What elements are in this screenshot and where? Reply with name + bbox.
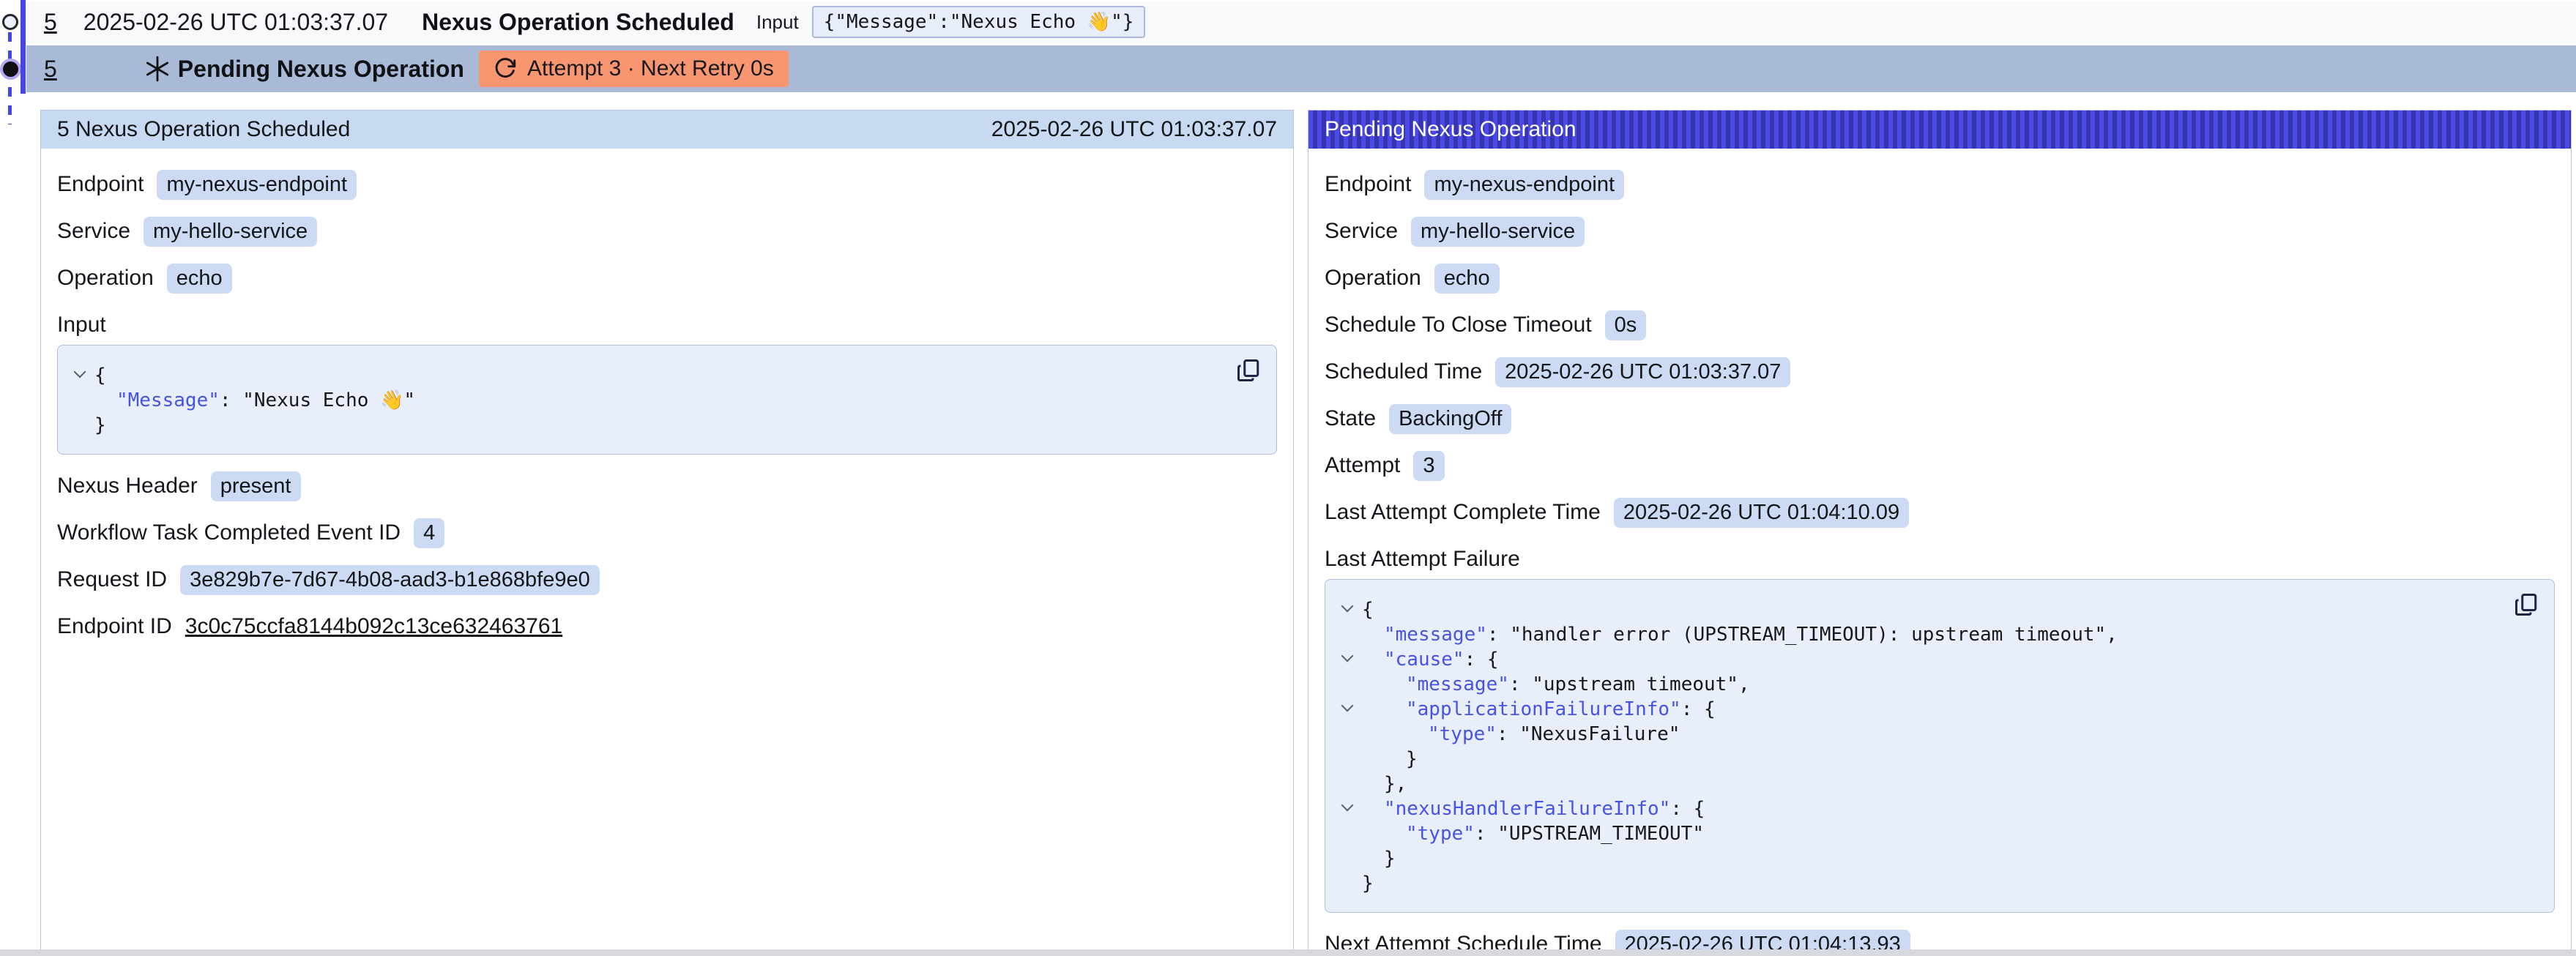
code-line-text: { xyxy=(1362,597,1374,622)
pending-panel-header: Pending Nexus Operation xyxy=(1309,111,2571,149)
field-label: Scheduled Time xyxy=(1325,359,1482,384)
field-label: Operation xyxy=(1325,266,1421,291)
copy-button[interactable] xyxy=(2513,590,2542,619)
endpoint-id-link[interactable]: 3c0c75ccfa8144b092c13ce632463761 xyxy=(185,614,562,639)
scheduled-panel-header: 5 Nexus Operation Scheduled 2025-02-26 U… xyxy=(41,111,1293,149)
field-label: Endpoint xyxy=(57,172,144,197)
code-line-text: "message": "upstream timeout", xyxy=(1362,672,1750,697)
field-label: Input xyxy=(57,313,106,337)
code-line-text: "message": "handler error (UPSTREAM_TIME… xyxy=(1362,622,2118,647)
event-id-link[interactable]: 5 xyxy=(44,56,57,83)
copy-icon xyxy=(2513,591,2539,618)
event-id-link[interactable]: 5 xyxy=(44,9,57,36)
code-line-text: "applicationFailureInfo": { xyxy=(1362,697,1716,722)
selected-event-indicator-bar xyxy=(21,0,26,94)
pending-operation-panel: Pending Nexus Operation Endpoint my-nexu… xyxy=(1308,110,2572,956)
copy-icon xyxy=(1235,357,1262,384)
input-preview-pill: {"Message":"Nexus Echo 👋"} xyxy=(812,6,1146,38)
field-value-badge: echo xyxy=(167,264,232,294)
scheduled-event-panel: 5 Nexus Operation Scheduled 2025-02-26 U… xyxy=(40,110,1294,956)
field-label: Last Attempt Failure xyxy=(1325,547,1520,572)
copy-button[interactable] xyxy=(1235,356,1265,385)
timeline-marker-pending-icon xyxy=(3,61,18,77)
field-value-badge: my-hello-service xyxy=(144,217,317,247)
field-label: Operation xyxy=(57,266,154,291)
attempt-badge-text: Attempt 3 · Next Retry 0s xyxy=(527,56,774,81)
code-line-text: }, xyxy=(1362,772,1407,796)
code-line-text: "type": "NexusFailure" xyxy=(1362,722,1680,747)
field-label: Last Attempt Complete Time xyxy=(1325,500,1601,525)
input-label: Input xyxy=(756,11,799,34)
code-line-text: } xyxy=(1362,846,1396,871)
event-row-scheduled[interactable]: 5 2025-02-26 UTC 01:03:37.07 Nexus Opera… xyxy=(26,1,2576,42)
code-line-text: { xyxy=(94,363,106,388)
field-label: Nexus Header xyxy=(57,474,198,498)
field-value-badge: 3 xyxy=(1413,451,1444,481)
field-operation: Operation echo xyxy=(1325,261,2555,295)
pending-asterisk-icon xyxy=(143,54,172,83)
code-line-text: } xyxy=(1362,747,1418,772)
event-name: Pending Nexus Operation xyxy=(178,56,464,83)
field-value-badge: 2025-02-26 UTC 01:03:37.07 xyxy=(1495,357,1790,387)
field-last-attempt-complete-time: Last Attempt Complete Time 2025-02-26 UT… xyxy=(1325,496,2555,529)
field-label: Workflow Task Completed Event ID xyxy=(57,520,401,545)
field-scheduled-time: Scheduled Time 2025-02-26 UTC 01:03:37.0… xyxy=(1325,355,2555,389)
field-value-badge: my-hello-service xyxy=(1411,217,1585,247)
field-service: Service my-hello-service xyxy=(1325,214,2555,248)
field-endpoint: Endpoint my-nexus-endpoint xyxy=(1325,168,2555,201)
pending-panel-title: Pending Nexus Operation xyxy=(1325,117,1577,142)
field-value-badge: present xyxy=(211,471,301,501)
field-value-badge: my-nexus-endpoint xyxy=(157,170,357,200)
field-state: State BackingOff xyxy=(1325,402,2555,436)
code-line-text: } xyxy=(94,413,106,438)
status-badge: BackingOff xyxy=(1389,404,1511,434)
retry-icon xyxy=(494,57,517,81)
last-attempt-failure-code-viewer: {"message": "handler error (UPSTREAM_TIM… xyxy=(1325,579,2555,913)
timeline-dashed-connector xyxy=(8,32,12,124)
field-operation: Operation echo xyxy=(57,261,1277,295)
scheduled-panel-title: 5 Nexus Operation Scheduled xyxy=(57,117,350,142)
input-code-viewer: {"Message": "Nexus Echo 👋"} xyxy=(57,345,1277,455)
field-workflow-task-completed-event-id: Workflow Task Completed Event ID 4 xyxy=(57,516,1277,550)
field-value-badge: echo xyxy=(1434,264,1500,294)
field-endpoint-id: Endpoint ID 3c0c75ccfa8144b092c13ce63246… xyxy=(57,610,1277,643)
event-timestamp: 2025-02-26 UTC 01:03:37.07 xyxy=(83,9,388,36)
field-label: Schedule To Close Timeout xyxy=(1325,313,1592,337)
field-attempt: Attempt 3 xyxy=(1325,449,2555,482)
field-schedule-to-close-timeout: Schedule To Close Timeout 0s xyxy=(1325,308,2555,342)
code-line-text: "cause": { xyxy=(1362,647,1499,672)
timeline-marker-scheduled-icon xyxy=(2,14,18,30)
event-name: Nexus Operation Scheduled xyxy=(422,9,734,36)
field-request-id: Request ID 3e829b7e-7d67-4b08-aad3-b1e86… xyxy=(57,563,1277,597)
event-timeline-rail xyxy=(0,0,26,956)
code-line-text: "nexusHandlerFailureInfo": { xyxy=(1362,796,1705,821)
field-input-label-row: Input xyxy=(57,308,1277,342)
code-line-text: } xyxy=(1362,871,1374,896)
field-label: Endpoint ID xyxy=(57,614,172,639)
field-nexus-header: Nexus Header present xyxy=(57,469,1277,503)
field-endpoint: Endpoint my-nexus-endpoint xyxy=(57,168,1277,201)
field-label: State xyxy=(1325,406,1376,431)
field-value-badge: 4 xyxy=(414,518,444,548)
event-row-pending[interactable]: 5 Pending Nexus Operation Attempt 3 · Ne… xyxy=(26,45,2576,92)
field-label: Service xyxy=(1325,219,1398,244)
field-label: Attempt xyxy=(1325,453,1400,478)
field-value-badge: my-nexus-endpoint xyxy=(1424,170,1624,200)
next-row-edge-strip xyxy=(0,949,2576,956)
field-label: Endpoint xyxy=(1325,172,1411,197)
field-value-badge: 3e829b7e-7d67-4b08-aad3-b1e868bfe9e0 xyxy=(180,565,600,595)
field-value-badge: 0s xyxy=(1605,310,1647,340)
field-label: Service xyxy=(57,219,130,244)
field-label: Request ID xyxy=(57,567,167,592)
attempt-retry-badge: Attempt 3 · Next Retry 0s xyxy=(479,51,789,87)
code-line-text: "Message": "Nexus Echo 👋" xyxy=(94,388,415,413)
field-value-badge: 2025-02-26 UTC 01:04:10.09 xyxy=(1614,498,1909,528)
field-last-attempt-failure-label-row: Last Attempt Failure xyxy=(1325,542,2555,576)
scheduled-panel-timestamp: 2025-02-26 UTC 01:03:37.07 xyxy=(991,117,1277,142)
code-line-text: "type": "UPSTREAM_TIMEOUT" xyxy=(1362,821,1704,846)
field-service: Service my-hello-service xyxy=(57,214,1277,248)
